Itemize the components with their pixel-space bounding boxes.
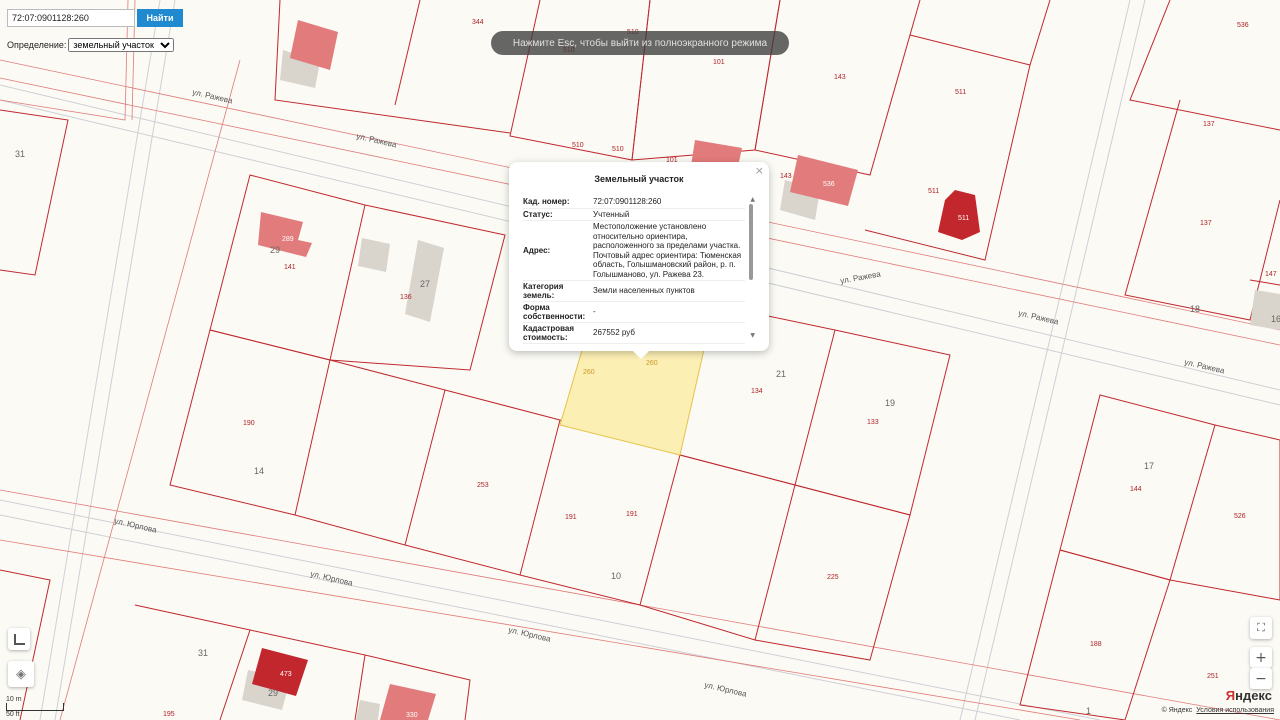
scale-feet: 50 ft: [6, 711, 20, 718]
info-value: Учтенный: [591, 208, 745, 221]
info-row: Форма собственности: -: [523, 301, 745, 323]
zoom-in-button[interactable]: +: [1250, 647, 1272, 668]
info-value: 267552 руб: [591, 322, 745, 344]
info-key: Форма собственности:: [523, 301, 591, 323]
info-value: Земли населенных пунктов: [591, 280, 745, 302]
fullscreen-hint: Нажмите Esc, чтобы выйти из полноэкранно…: [491, 31, 789, 55]
parcel-info-popup: × Земельный участок Кад. номер: 72:07:090…: [509, 162, 769, 359]
info-value: -: [591, 301, 745, 323]
info-key: Статус:: [523, 208, 591, 221]
info-row: Кадастровая стоимость: 267552 руб: [523, 322, 745, 344]
definition-control: Определение: земельный участок: [7, 38, 175, 52]
definition-select[interactable]: земельный участок: [68, 38, 175, 52]
minus-icon: −: [1255, 670, 1267, 687]
info-value: 72:07:0901128:260: [591, 196, 745, 209]
info-key: Адрес:: [523, 220, 591, 281]
info-row: Статус: Учтенный: [523, 208, 745, 221]
fullscreen-button[interactable]: ⛶: [1250, 617, 1272, 639]
cadastral-number-input[interactable]: [7, 9, 135, 27]
layers-button[interactable]: ◈: [8, 661, 34, 687]
terms-link[interactable]: Условия использования: [1196, 707, 1274, 714]
info-key: Кадастровая стоимость:: [523, 322, 591, 344]
scale-line: [6, 703, 64, 711]
scroll-down-icon[interactable]: ▼: [750, 332, 755, 339]
definition-label: Определение:: [7, 40, 67, 50]
parcel-info-table: Кад. номер: 72:07:0901128:260 Статус: Учте…: [523, 196, 745, 344]
logo-ya: Я: [1225, 688, 1236, 703]
attribution: © Яндекс Условия использования: [1162, 707, 1274, 714]
plus-icon: +: [1255, 649, 1267, 666]
layers-icon: ◈: [16, 666, 26, 682]
popup-scrollbar[interactable]: [749, 204, 753, 280]
popup-title: Земельный участок: [594, 174, 684, 184]
fullscreen-exit-icon: ⛶: [1257, 621, 1265, 634]
ruler-icon: [13, 633, 25, 645]
info-row: Категория земель: Земли населенных пункто…: [523, 280, 745, 302]
scale-bar: 10 m 50 ft: [6, 696, 64, 718]
info-row: Адрес: Местоположение установлено относит…: [523, 220, 745, 281]
zoom-out-button[interactable]: −: [1250, 668, 1272, 689]
copyright: © Яндекс: [1161, 707, 1193, 714]
info-key: Категория земель:: [523, 280, 591, 302]
scale-meters: 10 m: [6, 696, 22, 703]
ruler-button[interactable]: [8, 628, 30, 650]
info-value: Местоположение установлено относительно …: [591, 220, 745, 281]
info-key: Кад. номер:: [523, 196, 591, 209]
logo-rest: ндекс: [1235, 688, 1272, 703]
cadastral-map[interactable]: [0, 0, 1280, 720]
yandex-logo: Яндекс: [1226, 688, 1272, 703]
search-bar: Найти: [7, 9, 183, 27]
info-row: Кад. номер: 72:07:0901128:260: [523, 196, 745, 209]
scroll-up-icon[interactable]: ▲: [750, 196, 755, 203]
search-button[interactable]: Найти: [137, 9, 183, 27]
